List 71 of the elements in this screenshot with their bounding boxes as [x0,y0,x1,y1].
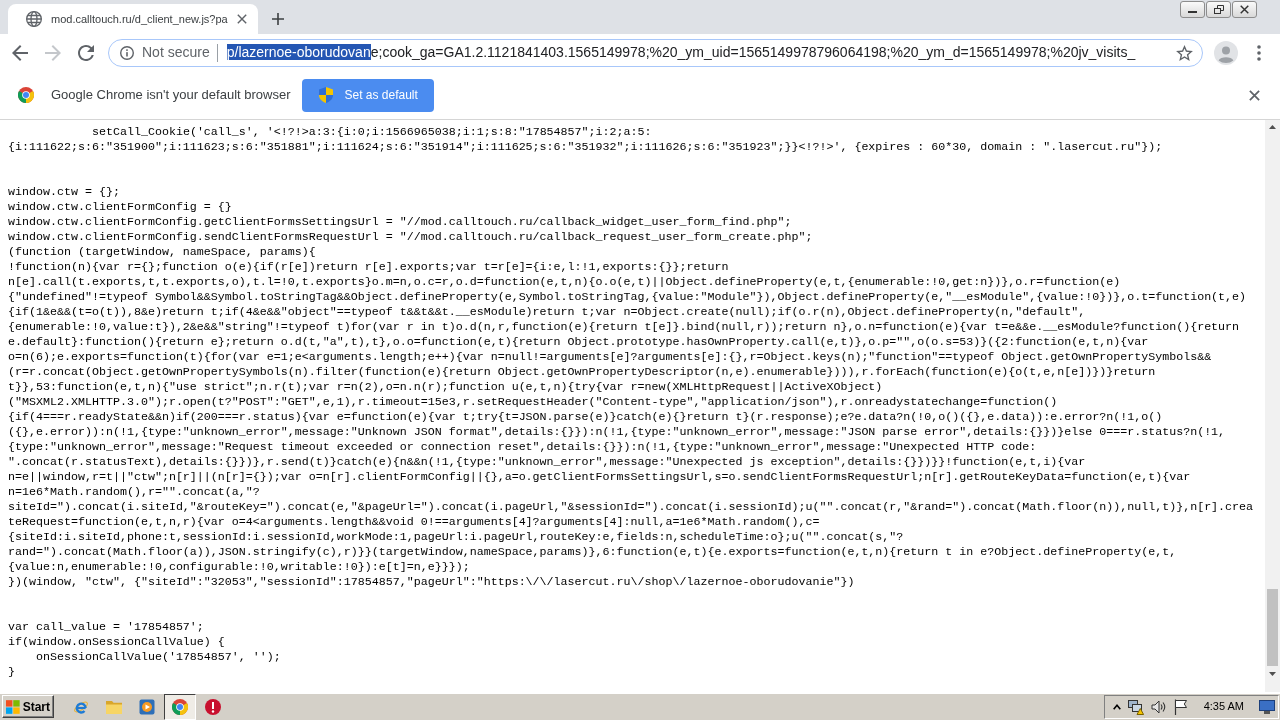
scroll-up-icon[interactable] [1269,125,1276,129]
close-icon [1240,5,1249,14]
code-line: ("MSXML2.XMLHTTP.3.0");r.open(t?"POST":"GET",e,1),r.timeout=15e3,r.setRequestHeader("Content-type","application/json"),r.onreadystatechange=function() [8,395,1058,409]
code-line: onSessionCallValue('17854857', ''); [36,650,281,664]
close-icon[interactable] [236,14,247,24]
alert-icon[interactable] [204,698,221,715]
browser-tab[interactable]: mod.calltouch.ru/d_client_new.js?pa [8,4,258,34]
code-line: n=e||window,r=t||"ctw";n[r]||(n[r]={});var o=n[r].clientFormConfig||{},a=o.getClientFormsSettingsUrl,s=o.sendClientFormsRequestUrl;n[r].getRouteKeyData=function(e,t){var [8,470,1191,484]
code-line: teRequest=function(e,t,n,r){var o=4<arguments.length&&void 0!==arguments[4]?arguments[4]:null,a=1e6*Math.random(),c= [8,515,820,529]
code-line: o=n(6);e.exports=function(t){for(var e=1;e<arguments.length;e++){var n=null!=arguments[e]?arguments[e]:{},r=Object.keys(n);"function"==typeof Object.getOwnPropertySymbols&& [8,350,1212,364]
code-line: })(window, "ctw", {"siteId":"32053","sessionId":17854857,"pageUrl":"https:\/\/lasercut.ru\/shop\/lazernoe-oborudovanie"}) [8,575,855,589]
code-line: !function(n){var r={};function o(e){if(r[e])return r[e].exports;var t=r[e]={i:e,l:!1,exports:{}};return [8,260,729,274]
start-button[interactable]: Start [2,695,54,718]
restore-button[interactable] [1206,1,1231,18]
browser-logo-icon [18,87,34,103]
minimize-icon [1188,11,1197,13]
chevron-up-icon[interactable] [1112,703,1121,710]
minimize-button[interactable] [1180,1,1205,18]
restore-icon [1213,5,1224,14]
flag-icon[interactable] [1173,698,1188,715]
network-icon[interactable] [1127,698,1144,715]
close-icon[interactable] [1249,89,1260,101]
code-line: {value:n,enumerable:!0,configurable:!0,writable:!0}):e[t]=n,e}}}); [8,560,470,574]
code-line: window.ctw.clientFormConfig.getClientFormsSettingsUrl = "//mod.calltouch.ru/callback_widget_user_form_find.php"; [8,215,792,229]
code-line: t}},53:function(e,t,n){"use strict";n.r(t);var r=n(2),o=n.n(r);function u(e,t,n){try{var r=new(XMLHttpRequest||ActiveXObject) [8,380,883,394]
code-line: n=1e6*Math.random(),r="".concat(a,"? [8,485,260,499]
code-line: n[e].call(t.exports,t,t.exports,o),t.l=!0,t.exports}o.m=n,o.c=r,o.d=function(e,t,n){o.o(e,t)||Object.defineProperty(e,t,{enumerable:!0,get:n})},o.r=function(e) [8,275,1121,289]
code-line: {if(4===r.readyState&&n)if(200===r.status){var e=function(e){var t;try{t=JSON.parse(e)}catch(e){}return t}(r.response);e?e.data?n(!0,o()({},e.data)):e.error?n(!1,o() [8,410,1163,424]
desktop-icon[interactable] [1259,699,1275,714]
scroll-thumb[interactable] [1267,589,1278,666]
infobar-message: Google Chrome isn't your default browser [51,86,291,105]
media-player-icon[interactable] [138,698,155,715]
code-line: siteId=").concat(i.siteId,"&routeKey=").concat(e,"&pageUrl=").concat(i.pageUrl,"&sessionId=").concat(i.sessionId);u("".concat(r,"&rand=").concat(Math.floor(n)),null,t)},n[r].crea [8,500,1254,514]
code-line: window.ctw.clientFormConfig = {} [8,200,232,214]
code-line: (r=r.concat(Object.getOwnPropertySymbols(n).filter(function(e){return Object.getOwnPropertyDescriptor(n,e).enumerable}))),r.forEach(function(e){o(t,e,n[e])})}return [8,365,1156,379]
avatar-icon[interactable] [1214,40,1238,65]
code-line: (function (targetWindow, nameSpace, params){ [8,245,316,259]
close-button[interactable] [1232,1,1257,18]
scrollbar[interactable] [1265,120,1280,692]
menu-icon[interactable] [1257,44,1261,61]
url-text[interactable]: p/lazernoe-oborudovane;cook_ga=GA1.2.1121841403.1565149978;%20_ym_uid=1565149978796064198;%20_ym_d=1565149978;%20jv_visits_ [226,42,1136,63]
code-line: window.ctw.clientFormConfig.sendClientFormsRequestUrl = "//mod.calltouch.ru/callback_request_user_form_create.php"; [8,230,813,244]
code-line: if(window.onSessionCallValue) { [8,635,225,649]
code-line: ".concat(r.statusText),details:{}})},r.send(t)}catch(e){n&&n(!1,{type:"unknown_error",message:"Unexpected js exception",details:{}})}}!function(e,t,i){var [8,455,1086,469]
shield-icon [319,87,334,103]
plus-icon[interactable] [271,13,284,25]
code-line: } [8,665,15,679]
code-line: {i:111622;s:6:"351900";i:111623;s:6:"351881";i:111624;s:6:"351914";i:111625;s:6:"351932";i:111626;s:6:"351923";}}<!?!>', {expires : 60*30, domain : ".lasercut.ru"}); [8,140,1163,154]
info-icon[interactable] [120,45,134,60]
browser-logo-icon[interactable] [163,693,196,720]
back-icon[interactable] [12,44,28,61]
code-line: {type:"unknown_error",message:"Request timeout exceeded or connection reset",details:{}}):n(!1,{type:"unknown_error",message:"Unexpected HTTP code: [8,440,1037,454]
start-logo-icon [6,698,20,715]
scroll-down-icon[interactable] [1269,672,1276,676]
speaker-icon[interactable] [1150,698,1167,715]
code-line: e.default}:function(){return e};return o.d(t,"a",t),t},o.o=function(e,t){return Object.prototype.hasOwnProperty.call(e,t)},o.p="",o(o.s=53)}({2:function(e,t,n){var [8,335,1149,349]
reload-icon[interactable] [78,44,94,61]
clock-time[interactable]: 4:35 AM [1203,698,1244,715]
star-icon[interactable] [1176,44,1193,61]
globe-icon [26,11,42,27]
code-line: setCall_Cookie('call_s', '<!?!>a:3:{i:0;i:1566965038;i:1;s:8:"17854857";i:2;a:5: [91,125,652,139]
code-line: {if(1&e&&(t=o(t)),8&e)return t;if(4&e&&"object"==typeof t&&t&&t.__esModule)return t;var n=Object.create(null);if(o.r(n),Object.defineProperty(n,"default", [8,305,1086,319]
code-line: ({},e.error)):n(!1,{type:"unknown_error",message:"Unknown JSON format",details:{}}):n(!1,{type:"unknown_error",message:"JSON parse error",details:{}})}else 0===r.status?n(!1, [8,425,1226,439]
code-line: window.ctw = {}; [8,185,120,199]
code-line: rand=").concat(Math.floor(a)),JSON.stringify(c),r)}}(targetWindow,nameSpace,params)},6:function(e,t){e.exports=function(e,t,n){return t in e?Object.defineProperty(e,t, [8,545,1177,559]
code-line: {enumerable:!0,value:t}),2&e&&"string"!=typeof t)for(var r in t)o.d(n,r,function(e){return t[e]}.bind(null,r));return n},o.n=function(e){var t=e&&e.__esModule?function(){return [8,320,1240,334]
code-line: {"undefined"!=typeof Symbol&&Symbol.toStringTag&&Object.defineProperty(e,Symbol.toStringTag,{value:"Module"}),Object.defineProperty(e,"__esModule",{value:!0})},o.t=function(t,e) [8,290,1247,304]
code-line: var call_value = '17854857'; [8,620,204,634]
address-bar[interactable]: Not secure p/lazernoe-oborudovane;cook_ga=GA1.2.1121841403.1565149978;%20_ym_uid=1565149978796064198;%20_ym_d=1565149978;%20jv_visits_ [108,38,1203,67]
code-line: {siteId:i.siteId,phone:t,sessionId:i.sessionId,workMode:1,pageUrl:i.pageUrl,routeKey:e,fields:n,scheduleTime:o};u("".concat(s,"? [8,530,904,544]
security-label[interactable]: Not secure [142,42,210,63]
